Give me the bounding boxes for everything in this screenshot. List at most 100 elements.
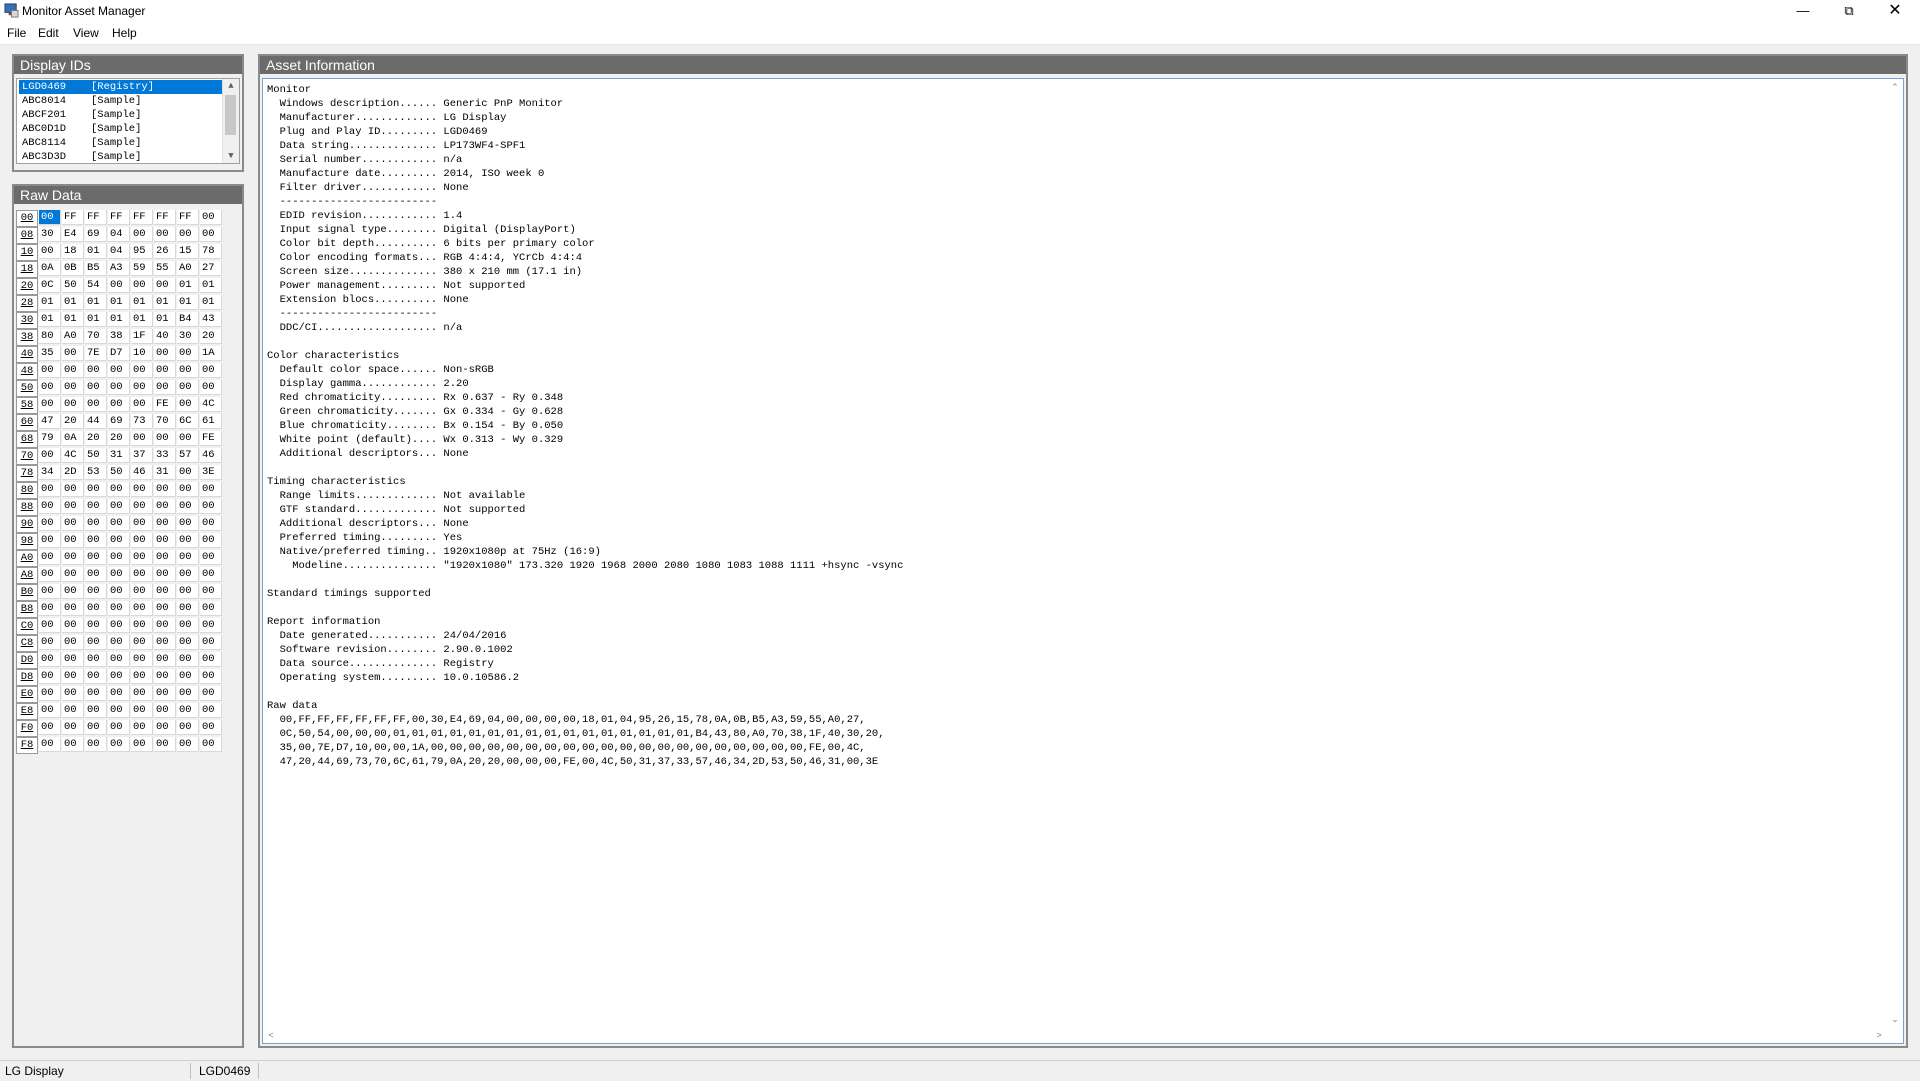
raw-data-byte[interactable]: 00 (85, 635, 107, 650)
raw-data-byte[interactable]: 00 (39, 635, 61, 650)
raw-data-byte[interactable]: 0B (62, 261, 84, 276)
raw-data-byte[interactable]: 70 (85, 329, 107, 344)
scroll-right-icon[interactable]: > (1871, 1027, 1887, 1043)
raw-data-byte[interactable]: 00 (39, 567, 61, 582)
raw-data-byte[interactable]: 00 (108, 380, 130, 395)
raw-data-byte[interactable]: 00 (154, 601, 176, 616)
raw-data-byte[interactable]: 44 (85, 414, 107, 429)
raw-data-byte[interactable]: 00 (154, 363, 176, 378)
raw-data-byte[interactable]: 00 (39, 397, 61, 412)
raw-data-byte[interactable]: 00 (154, 703, 176, 718)
raw-data-byte[interactable]: 01 (85, 295, 107, 310)
raw-data-byte[interactable]: 01 (177, 295, 199, 310)
raw-data-byte[interactable]: 00 (154, 635, 176, 650)
raw-data-byte[interactable]: 00 (131, 703, 153, 718)
raw-data-byte[interactable]: 00 (177, 567, 199, 582)
scroll-thumb[interactable] (225, 95, 236, 135)
raw-data-byte[interactable]: 00 (39, 686, 61, 701)
scroll-up-icon[interactable]: ▲ (223, 79, 239, 93)
raw-data-byte[interactable]: 00 (62, 703, 84, 718)
raw-data-byte[interactable]: 00 (154, 720, 176, 735)
raw-data-byte[interactable]: 00 (85, 720, 107, 735)
raw-data-byte[interactable]: 00 (85, 482, 107, 497)
raw-data-byte[interactable]: 00 (62, 584, 84, 599)
raw-data-byte[interactable]: 78 (200, 244, 222, 259)
raw-data-byte[interactable]: 00 (108, 516, 130, 531)
raw-data-byte[interactable]: 00 (177, 533, 199, 548)
raw-data-byte[interactable]: 01 (154, 312, 176, 327)
raw-data-byte[interactable]: 00 (39, 652, 61, 667)
raw-data-byte[interactable]: 00 (177, 618, 199, 633)
raw-data-byte[interactable]: B5 (85, 261, 107, 276)
raw-data-byte[interactable]: 00 (62, 635, 84, 650)
raw-data-byte[interactable]: 00 (131, 533, 153, 548)
raw-data-byte[interactable]: 20 (62, 414, 84, 429)
raw-data-byte[interactable]: 00 (131, 567, 153, 582)
raw-data-byte[interactable]: 00 (200, 482, 222, 497)
raw-data-byte[interactable]: 00 (85, 652, 107, 667)
raw-data-byte[interactable]: 80 (39, 329, 61, 344)
raw-data-byte[interactable]: 00 (85, 567, 107, 582)
raw-data-byte[interactable]: 50 (85, 448, 107, 463)
raw-data-byte[interactable]: 00 (85, 550, 107, 565)
raw-data-byte[interactable]: 00 (108, 482, 130, 497)
raw-data-byte[interactable]: 1F (131, 329, 153, 344)
menu-edit[interactable]: Edit (38, 26, 59, 40)
close-button[interactable]: ✕ (1872, 0, 1918, 22)
raw-data-byte[interactable]: 00 (85, 584, 107, 599)
raw-data-byte[interactable]: 00 (154, 516, 176, 531)
raw-data-byte[interactable]: 79 (39, 431, 61, 446)
raw-data-byte[interactable]: 00 (177, 516, 199, 531)
raw-data-byte[interactable]: 00 (200, 533, 222, 548)
raw-data-byte[interactable]: 00 (62, 550, 84, 565)
raw-data-byte[interactable]: 0C (39, 278, 61, 293)
raw-data-byte[interactable]: 01 (62, 312, 84, 327)
raw-data-byte[interactable]: 61 (200, 414, 222, 429)
display-ids-list[interactable]: LGD0469 [Registry] ABC8014 [Sample] ABCF… (16, 78, 240, 164)
raw-data-byte[interactable]: 00 (200, 363, 222, 378)
raw-data-byte[interactable]: 15 (177, 244, 199, 259)
raw-data-byte[interactable]: 01 (154, 295, 176, 310)
raw-data-byte[interactable]: FF (154, 210, 176, 225)
raw-data-byte[interactable]: 7E (85, 346, 107, 361)
raw-data-byte[interactable]: FF (62, 210, 84, 225)
raw-data-byte[interactable]: 0A (39, 261, 61, 276)
raw-data-byte[interactable]: 00 (200, 499, 222, 514)
raw-data-byte[interactable]: 01 (39, 312, 61, 327)
raw-data-byte[interactable]: 01 (62, 295, 84, 310)
raw-data-byte[interactable]: 00 (177, 380, 199, 395)
raw-data-byte[interactable]: 47 (39, 414, 61, 429)
raw-data-byte[interactable]: 00 (108, 635, 130, 650)
raw-data-byte[interactable]: 00 (177, 346, 199, 361)
raw-data-byte[interactable]: 00 (62, 397, 84, 412)
raw-data-byte[interactable]: 50 (108, 465, 130, 480)
raw-data-byte[interactable]: 00 (62, 601, 84, 616)
maximize-button[interactable]: ⧉ (1826, 0, 1872, 22)
raw-data-byte[interactable]: 00 (62, 363, 84, 378)
scroll-left-icon[interactable]: < (263, 1027, 279, 1043)
raw-data-byte[interactable]: 00 (131, 363, 153, 378)
raw-data-byte[interactable]: 18 (62, 244, 84, 259)
raw-data-byte[interactable]: 10 (131, 346, 153, 361)
display-id-item[interactable]: ABC8114 [Sample] (19, 136, 224, 150)
asset-info-hscroll[interactable]: < > (263, 1027, 1887, 1043)
menu-file[interactable]: File (7, 26, 26, 40)
raw-data-byte[interactable]: 00 (131, 516, 153, 531)
raw-data-byte[interactable]: 00 (177, 397, 199, 412)
raw-data-byte[interactable]: 4C (200, 397, 222, 412)
raw-data-byte[interactable]: 00 (177, 686, 199, 701)
raw-data-byte[interactable]: 46 (200, 448, 222, 463)
raw-data-byte[interactable]: 00 (131, 482, 153, 497)
raw-data-byte[interactable]: 00 (39, 533, 61, 548)
raw-data-byte[interactable]: 01 (39, 295, 61, 310)
raw-data-byte[interactable]: 00 (131, 550, 153, 565)
raw-data-byte[interactable]: 00 (177, 584, 199, 599)
raw-data-byte[interactable]: FE (154, 397, 176, 412)
raw-data-byte[interactable]: 00 (62, 516, 84, 531)
raw-data-byte[interactable]: 00 (131, 380, 153, 395)
raw-data-byte[interactable]: 4C (62, 448, 84, 463)
raw-data-byte[interactable]: 00 (154, 346, 176, 361)
raw-data-byte[interactable]: 00 (154, 278, 176, 293)
raw-data-byte[interactable]: 00 (39, 703, 61, 718)
raw-data-byte[interactable]: 00 (177, 550, 199, 565)
